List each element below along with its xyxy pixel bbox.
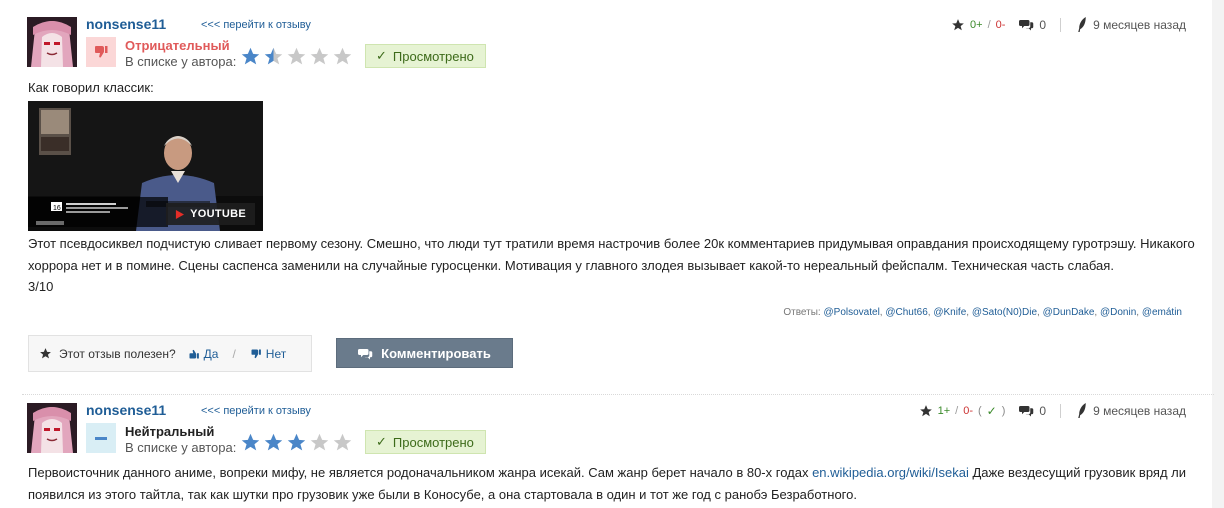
review-paragraph: Этот псевдосиквел подчистую сливает перв… (28, 236, 1195, 273)
comment-button-label: Комментировать (381, 345, 491, 361)
time-ago: 9 месяцев назад (1093, 17, 1186, 32)
in-list-label: В списке у автора: (125, 54, 237, 69)
quill-icon (1078, 17, 1086, 32)
watched-badge: ✓ Просмотрено (365, 430, 486, 454)
checkmark-icon: ✓ (376, 434, 387, 449)
answer-user-link[interactable]: @emátin (1142, 307, 1182, 318)
star-icon (287, 433, 306, 451)
minus-icon (95, 436, 107, 440)
helpful-question: Этот отзыв полезен? (59, 346, 176, 361)
comments-count[interactable]: 0 (1019, 404, 1046, 418)
comments-count[interactable]: 0 (1019, 18, 1046, 32)
answer-user-link[interactable]: @Sato(N0)Die (972, 307, 1037, 318)
votes-paren-close: ) (1001, 404, 1006, 417)
answers-line: Ответы: @Polsovatel, @Chut66, @Knife, @S… (783, 307, 1182, 318)
review-paragraph: Первоисточник данного аниме, вопреки миф… (28, 462, 1198, 506)
star-icon (264, 47, 283, 65)
answer-user-link[interactable]: @Polsovatel (824, 307, 880, 318)
votes-slash: / (987, 18, 991, 31)
votes[interactable]: 0+ / 0- (951, 18, 1005, 32)
votes-plus: 1+ (937, 404, 951, 417)
watched-label: Просмотрено (392, 434, 474, 450)
quill-icon (1078, 403, 1086, 418)
wikipedia-link[interactable]: en.wikipedia.org/wiki/Isekai (812, 465, 969, 480)
verdict-neutral-box (86, 423, 116, 453)
star-icon (40, 348, 51, 359)
star-icon (333, 433, 352, 451)
star-icon (241, 47, 260, 65)
play-icon (176, 209, 185, 219)
star-icon (333, 47, 352, 65)
answers-list: @Polsovatel, @Chut66, @Knife, @Sato(N0)D… (823, 307, 1183, 318)
comments-count-value: 0 (1039, 17, 1047, 32)
thumbs-down-icon (95, 46, 108, 58)
avatar[interactable] (27, 403, 77, 453)
watched-label: Просмотрено (392, 48, 474, 64)
goto-review-link[interactable]: <<< перейти к отзыву (201, 19, 311, 31)
star-icon (287, 47, 306, 65)
age-rating-text: 16 (53, 205, 61, 212)
review-card: nonsense11 <<< перейти к отзыву Отрицате… (0, 0, 1212, 386)
post-time: 9 месяцев назад (1077, 17, 1186, 32)
review-text-before-link: Первоисточник данного аниме, вопреки миф… (28, 465, 813, 480)
votes-minus: 0- (995, 18, 1006, 31)
answer-user-link[interactable]: @Donin (1100, 307, 1136, 318)
in-list-label: В списке у автора: (125, 440, 237, 455)
helpful-yes-label: Да (203, 346, 219, 361)
star-icon (310, 433, 329, 451)
goto-review-link[interactable]: <<< перейти к отзыву (201, 405, 311, 417)
helpful-no-label: Нет (265, 346, 287, 361)
answers-label: Ответы: (783, 307, 821, 318)
star-icon (241, 433, 260, 451)
meta-divider (1060, 17, 1062, 32)
answer-user-link[interactable]: @Knife (933, 307, 966, 318)
comments-count-value: 0 (1039, 403, 1047, 418)
helpful-box: Этот отзыв полезен? Да / Нет (28, 335, 312, 372)
post-time: 9 месяцев назад (1077, 403, 1186, 418)
verdict-label: Отрицательный (125, 38, 230, 53)
answer-user-link[interactable]: @Chut66 (885, 307, 927, 318)
avatar[interactable] (27, 17, 77, 67)
helpful-no-button[interactable]: Нет (250, 347, 286, 361)
review-intro: Как говорил классик: (28, 80, 154, 95)
answer-user-link[interactable]: @DunDake (1043, 307, 1095, 318)
star-icon (919, 404, 932, 416)
thumbs-up-icon (189, 349, 199, 358)
votes-paren-open: ( (978, 404, 982, 417)
rating-stars (240, 432, 353, 453)
time-ago: 9 месяцев назад (1093, 403, 1186, 418)
verdict-label: Нейтральный (125, 424, 215, 439)
checkmark-icon: ✓ (986, 403, 997, 418)
verdict-thumb-down-box (86, 37, 116, 67)
star-icon (264, 433, 283, 451)
review-score: 3/10 (28, 279, 54, 294)
page-scroll-strip (1212, 0, 1224, 508)
rating-stars (240, 46, 353, 67)
star-icon (952, 18, 964, 30)
votes-slash: / (955, 404, 959, 417)
review-meta: 1+ / 0- ( ✓ ) 0 9 месяцев назад (919, 403, 1186, 418)
checkmark-icon: ✓ (376, 48, 387, 63)
username[interactable]: nonsense11 (86, 16, 166, 32)
votes[interactable]: 1+ / 0- ( ✓ ) (919, 403, 1006, 418)
comment-button[interactable]: Комментировать (336, 338, 513, 368)
helpful-divider: / (232, 346, 236, 361)
review-meta: 0+ / 0- 0 9 месяцев назад (951, 17, 1186, 32)
votes-plus: 0+ (970, 18, 983, 31)
username[interactable]: nonsense11 (86, 402, 166, 418)
video-thumbnail[interactable]: 16 YOUTUBE (28, 101, 263, 231)
comments-icon (358, 348, 373, 359)
star-icon (310, 47, 329, 65)
review-card: nonsense11 <<< перейти к отзыву Нейтраль… (0, 386, 1212, 508)
comments-icon (1019, 20, 1034, 31)
comments-icon (1019, 406, 1034, 417)
youtube-label: YOUTUBE (190, 208, 246, 220)
helpful-yes-button[interactable]: Да (188, 346, 219, 361)
watched-badge: ✓ Просмотрено (365, 44, 486, 68)
youtube-badge[interactable]: YOUTUBE (166, 203, 255, 225)
meta-divider (1060, 403, 1062, 418)
votes-minus: 0- (963, 404, 973, 417)
thumbs-down-icon (251, 349, 261, 358)
